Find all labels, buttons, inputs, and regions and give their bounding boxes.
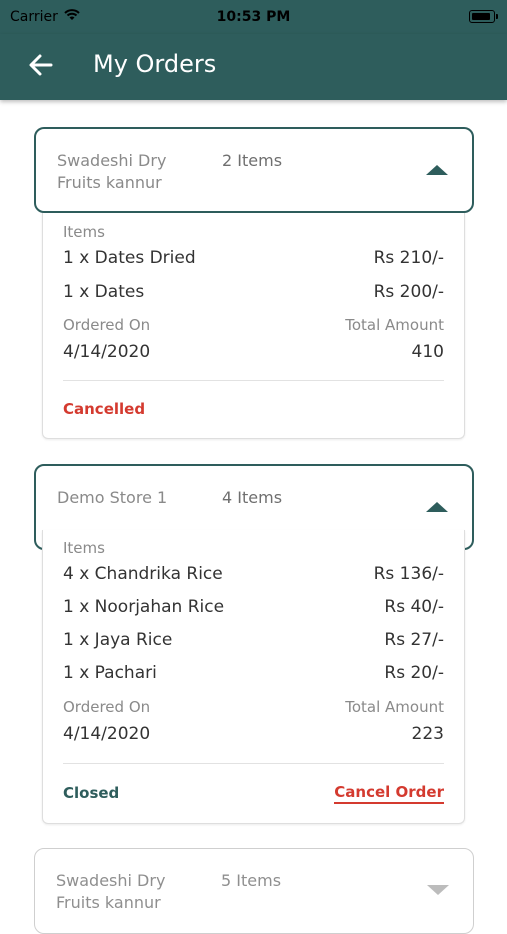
- total-amount: 223: [411, 724, 444, 744]
- store-name: Swadeshi Dry Fruits kannur: [57, 151, 167, 192]
- ordered-on-label: Ordered On: [63, 316, 151, 334]
- order-date: 4/14/2020: [63, 342, 151, 362]
- clock: 10:53 PM: [216, 9, 291, 25]
- page-title: My Orders: [93, 50, 217, 78]
- divider: [63, 380, 444, 381]
- item-name: 1 x Dates Dried: [63, 248, 196, 268]
- item-price: Rs 40/-: [384, 597, 444, 617]
- item-price: Rs 136/-: [373, 564, 444, 584]
- item-name: 1 x Dates: [63, 282, 145, 302]
- collapse-icon[interactable]: [426, 165, 448, 175]
- status-badge: Closed: [63, 784, 120, 802]
- store-name: Demo Store 1: [57, 488, 168, 507]
- item-count: 2 Items: [222, 151, 283, 170]
- item-name: 1 x Pachari: [63, 663, 157, 683]
- item-name: 1 x Jaya Rice: [63, 630, 173, 650]
- ordered-on-label: Ordered On: [63, 698, 151, 716]
- item-name: 1 x Noorjahan Rice: [63, 597, 225, 617]
- order-details: Items 4 x Chandrika Rice Rs 136/- 1 x No…: [42, 530, 465, 824]
- total-amount-label: Total Amount: [345, 698, 444, 716]
- status-badge: Cancelled: [63, 400, 146, 418]
- items-label: Items: [63, 223, 105, 241]
- order-details: Items 1 x Dates Dried Rs 210/- 1 x Dates…: [42, 213, 465, 439]
- item-price: Rs 200/-: [373, 282, 444, 302]
- cancel-order-button[interactable]: Cancel Order: [334, 783, 444, 804]
- app-bar: My Orders: [0, 34, 507, 100]
- battery-icon: [469, 10, 498, 23]
- back-arrow-icon[interactable]: [26, 50, 56, 80]
- status-bar: Carrier 10:53 PM: [0, 0, 507, 34]
- collapse-icon[interactable]: [426, 502, 448, 512]
- items-label: Items: [63, 539, 105, 557]
- order-header[interactable]: Swadeshi Dry Fruits kannur 5 Items: [34, 848, 474, 934]
- total-amount-label: Total Amount: [345, 316, 444, 334]
- divider: [63, 763, 444, 764]
- item-count: 5 Items: [221, 871, 282, 890]
- orders-list[interactable]: Swadeshi Dry Fruits kannur 2 Items Items…: [0, 100, 507, 934]
- expand-icon[interactable]: [427, 885, 449, 895]
- item-price: Rs 20/-: [384, 663, 444, 683]
- item-price: Rs 27/-: [384, 630, 444, 650]
- total-amount: 410: [411, 342, 444, 362]
- store-name: Swadeshi Dry Fruits kannur: [56, 871, 166, 912]
- order-header[interactable]: Swadeshi Dry Fruits kannur 2 Items: [34, 127, 474, 213]
- item-count: 4 Items: [222, 488, 283, 507]
- item-name: 4 x Chandrika Rice: [63, 564, 223, 584]
- item-price: Rs 210/-: [373, 248, 444, 268]
- order-date: 4/14/2020: [63, 724, 151, 744]
